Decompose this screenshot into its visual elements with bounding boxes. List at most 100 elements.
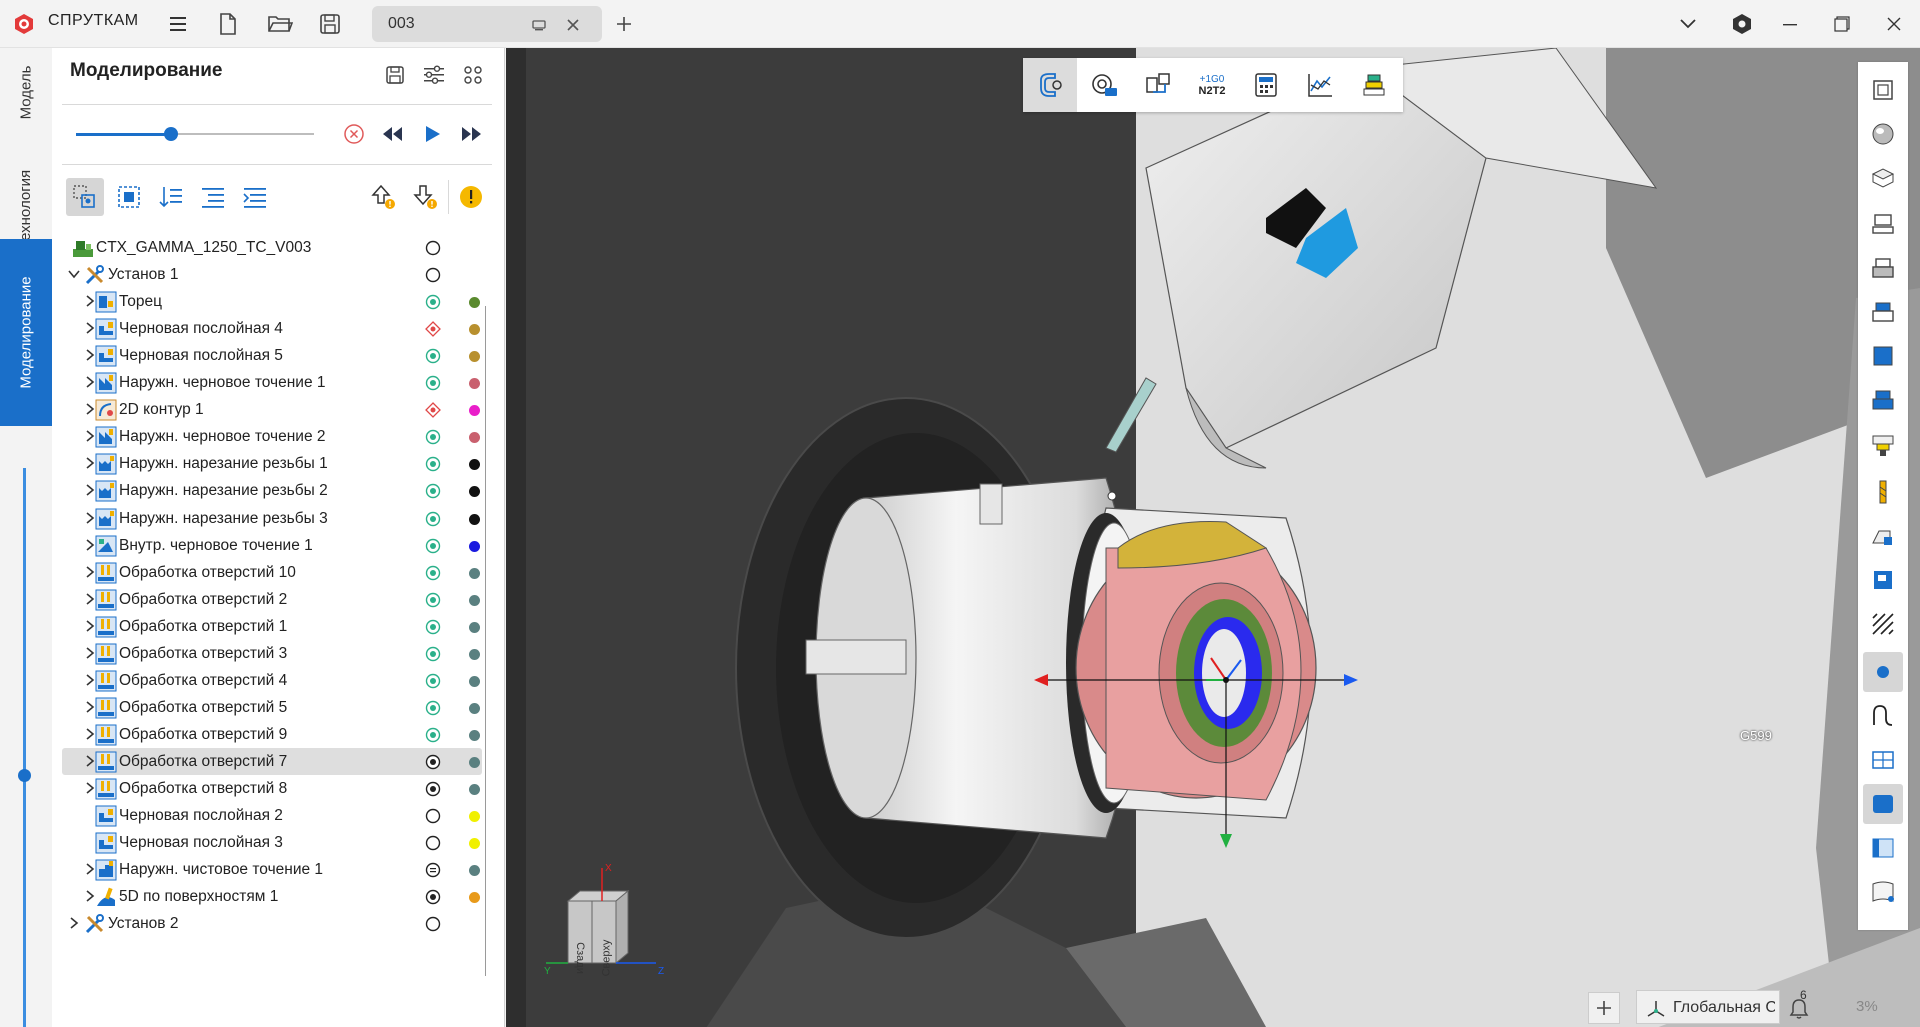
operation-status-icon[interactable] — [425, 456, 441, 472]
minimize-tab-icon[interactable] — [530, 16, 548, 34]
tool-holder-icon[interactable] — [1863, 426, 1903, 466]
play-icon[interactable] — [418, 120, 446, 148]
move-up-warning-icon[interactable] — [366, 180, 400, 214]
operation-status-icon[interactable] — [425, 619, 441, 635]
gcode-numbers-icon[interactable]: +1G0 N2T2 — [1185, 58, 1239, 112]
operation-status-icon[interactable] — [425, 565, 441, 581]
operation-color-dot[interactable] — [469, 432, 480, 444]
tree-row[interactable]: Внутр. черновое точение 1 — [62, 532, 482, 559]
menu-icon[interactable] — [166, 12, 190, 36]
operation-color-dot[interactable] — [469, 405, 480, 417]
simulation-speed-knob[interactable] — [18, 769, 31, 782]
close-tab-icon[interactable] — [564, 16, 582, 34]
shaded-view-icon[interactable] — [1863, 114, 1903, 154]
save-icon[interactable] — [316, 10, 344, 38]
operation-color-dot[interactable] — [469, 513, 480, 525]
point-icon[interactable] — [1863, 652, 1903, 692]
tree-row[interactable]: 2D контур 1 — [62, 396, 482, 423]
tree-row[interactable]: Установ 1 — [62, 261, 482, 288]
tree-row[interactable]: 5D по поверхностям 1 — [62, 883, 482, 910]
surface-icon[interactable] — [1863, 784, 1903, 824]
tree-row[interactable]: Черновая послойная 4 — [62, 315, 482, 342]
operation-color-dot[interactable] — [469, 675, 480, 687]
sort-list-icon[interactable] — [152, 178, 190, 216]
coordinate-system-selector[interactable]: Глобальная СК — [1636, 990, 1780, 1024]
rewind-icon[interactable] — [378, 120, 406, 148]
tree-row[interactable]: Черновая послойная 3 — [62, 829, 482, 856]
tree-row[interactable]: Обработка отверстий 4 — [62, 667, 482, 694]
operation-color-dot[interactable] — [469, 297, 480, 309]
new-tab-icon[interactable] — [612, 12, 636, 36]
tree-row[interactable]: Наружн. нарезание резьбы 1 — [62, 450, 482, 477]
view-cube-top-face[interactable]: Сверху — [600, 940, 612, 977]
follow-tool-button[interactable] — [66, 178, 104, 216]
window-maximize-icon[interactable] — [1830, 12, 1854, 36]
view-front-icon[interactable] — [1863, 248, 1903, 288]
machine-view-icon[interactable] — [1131, 58, 1185, 112]
operation-status-icon[interactable] — [425, 781, 441, 797]
calculator-icon[interactable] — [1239, 58, 1293, 112]
fit-view-icon[interactable] — [1863, 70, 1903, 110]
operation-status-icon[interactable] — [425, 808, 441, 824]
tree-row[interactable]: Обработка отверстий 7 — [62, 747, 482, 775]
operation-color-dot[interactable] — [469, 459, 480, 471]
operation-status-icon[interactable] — [425, 375, 441, 391]
tree-row[interactable]: Обработка отверстий 1 — [62, 613, 482, 640]
operation-status-icon[interactable] — [425, 240, 441, 256]
operation-status-icon[interactable] — [425, 700, 441, 716]
add-icon[interactable] — [1588, 992, 1620, 1024]
operation-status-icon[interactable] — [425, 321, 441, 338]
move-down-warning-icon[interactable] — [408, 180, 442, 214]
hatch-icon[interactable] — [1863, 604, 1903, 644]
warning-icon[interactable] — [456, 182, 486, 212]
collapse-all-icon[interactable] — [236, 178, 274, 216]
operation-color-dot[interactable] — [469, 838, 480, 850]
settings-sliders-icon[interactable] — [419, 60, 449, 90]
tree-row[interactable]: Наружн. черновое точение 1 — [62, 369, 482, 396]
tab-model[interactable]: Модель — [0, 52, 52, 132]
tree-row[interactable]: Обработка отверстий 2 — [62, 586, 482, 613]
tree-row[interactable]: Обработка отверстий 5 — [62, 694, 482, 721]
simulation-speed-slider[interactable] — [23, 468, 26, 1027]
layers-icon[interactable] — [1347, 58, 1401, 112]
workpiece-icon[interactable] — [1863, 516, 1903, 556]
open-folder-icon[interactable] — [265, 10, 295, 38]
solid-icon[interactable] — [1863, 828, 1903, 868]
operation-color-dot[interactable] — [469, 865, 480, 877]
operation-color-dot[interactable] — [469, 702, 480, 714]
operation-color-dot[interactable] — [469, 324, 480, 336]
tree-row[interactable]: Черновая послойная 2 — [62, 802, 482, 829]
tree-row[interactable]: CTX_GAMMA_1250_TC_V003 — [62, 234, 482, 261]
operation-status-icon[interactable] — [425, 511, 441, 527]
view-left-icon[interactable] — [1863, 292, 1903, 332]
operation-color-dot[interactable] — [469, 756, 480, 768]
operation-color-dot[interactable] — [469, 892, 480, 904]
operation-status-icon[interactable] — [425, 592, 441, 608]
operation-status-icon[interactable] — [425, 754, 441, 770]
operation-color-dot[interactable] — [469, 621, 480, 633]
body-icon[interactable] — [1863, 872, 1903, 912]
chevron-down-icon[interactable] — [1676, 12, 1700, 36]
select-area-icon[interactable] — [110, 178, 148, 216]
graph-icon[interactable] — [1293, 58, 1347, 112]
fast-forward-icon[interactable] — [458, 120, 486, 148]
operation-status-icon[interactable] — [425, 483, 441, 499]
mesh-icon[interactable] — [1863, 740, 1903, 780]
settings-hex-icon[interactable] — [1728, 10, 1756, 38]
stop-icon[interactable] — [340, 120, 368, 148]
section-view-icon[interactable] — [1863, 158, 1903, 198]
operation-status-icon[interactable] — [425, 727, 441, 743]
grid-dots-icon[interactable] — [458, 60, 488, 90]
operation-color-dot[interactable] — [469, 784, 480, 795]
operation-status-icon[interactable] — [425, 862, 441, 878]
curve-icon[interactable] — [1863, 696, 1903, 736]
operation-status-icon[interactable] — [425, 348, 441, 364]
simulation-timeline-knob[interactable] — [164, 127, 179, 141]
operation-status-icon[interactable] — [425, 294, 441, 310]
operation-status-icon[interactable] — [425, 646, 441, 662]
chevron-right-icon[interactable] — [68, 916, 80, 930]
operation-status-icon[interactable] — [425, 538, 441, 554]
operation-color-dot[interactable] — [469, 648, 480, 660]
tree-row[interactable]: Черновая послойная 5 — [62, 342, 482, 369]
expand-all-icon[interactable] — [194, 178, 232, 216]
